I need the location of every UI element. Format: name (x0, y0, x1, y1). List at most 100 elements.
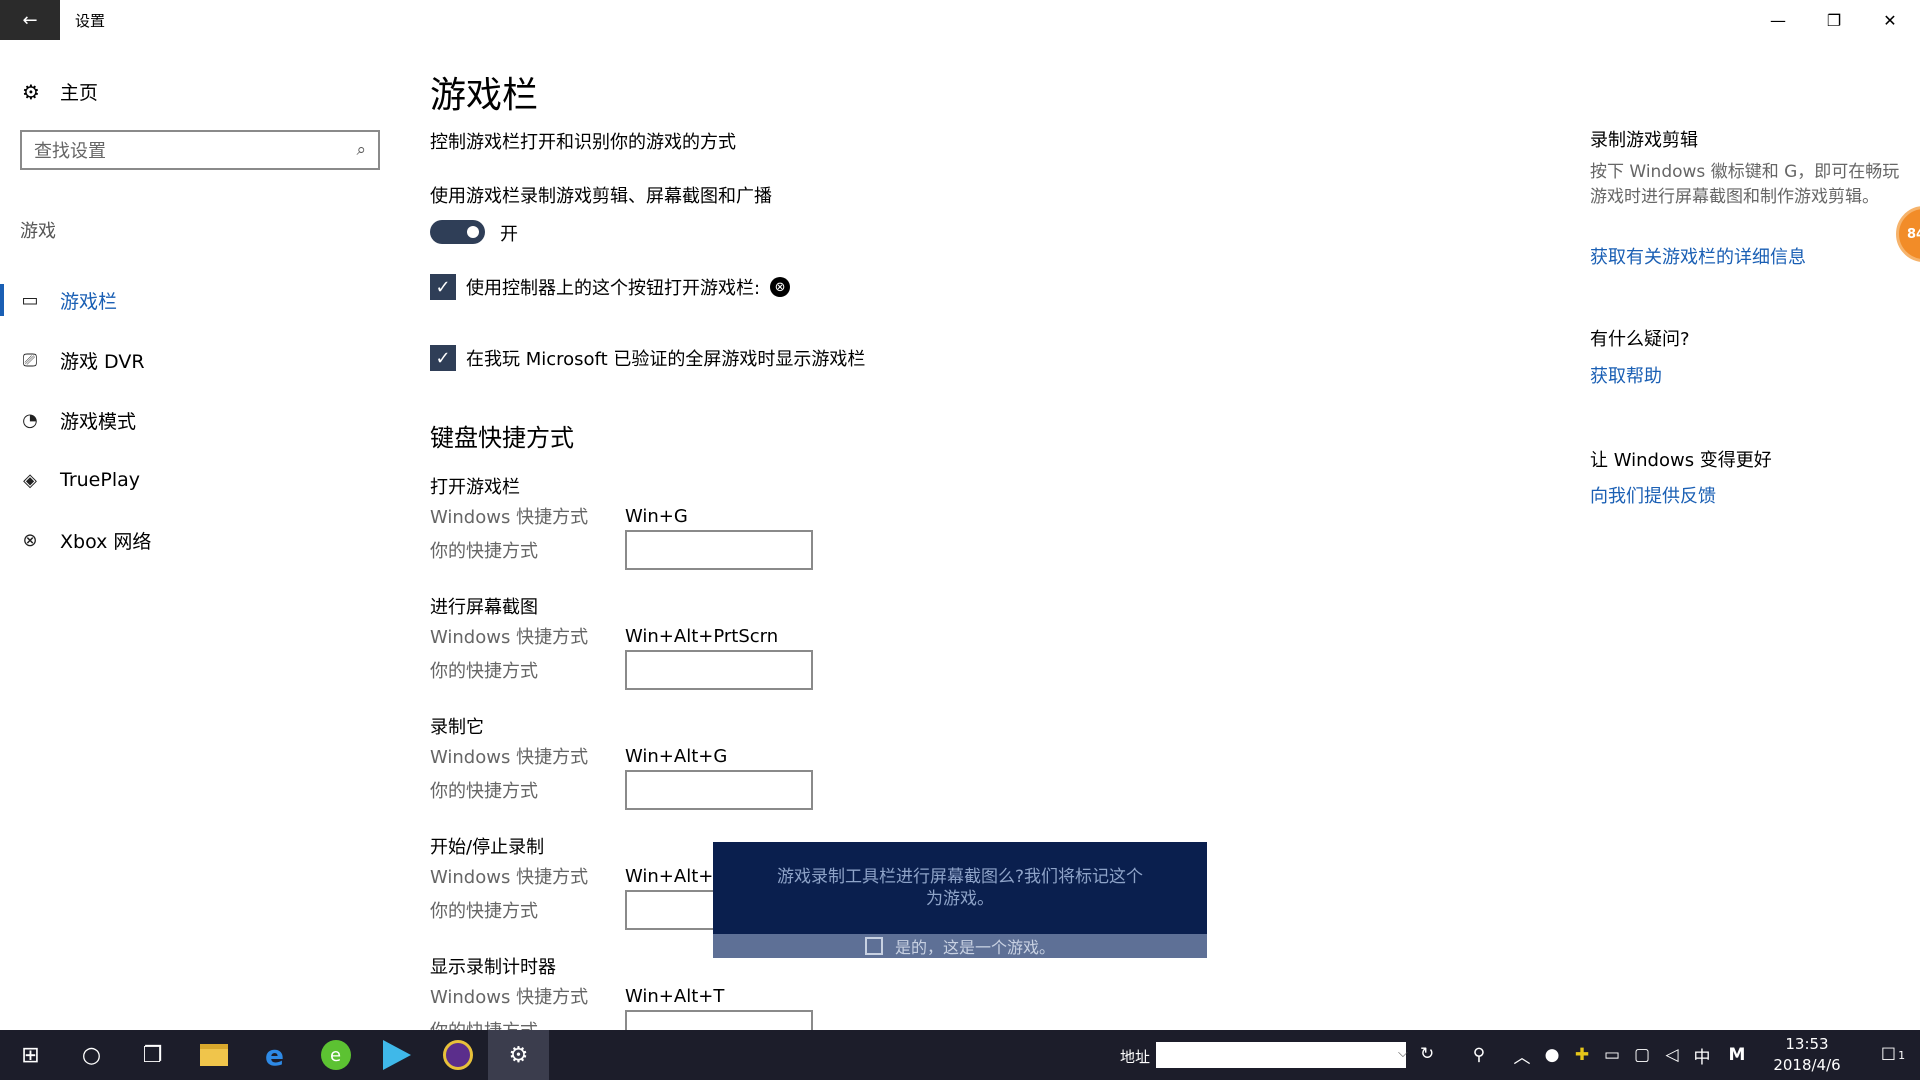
game-bar-toggle[interactable] (430, 220, 485, 244)
checkbox-checked-icon[interactable]: ✓ (430, 274, 456, 300)
feedback-link[interactable]: 向我们提供反馈 (1590, 482, 1716, 508)
title-bar: ← 设置 — ❐ ✕ (0, 0, 1920, 40)
play-icon (382, 1040, 411, 1070)
home-link[interactable]: ⚙ 主页 (20, 78, 98, 105)
toggle-state: 开 (500, 224, 518, 245)
xbox-icon: ⊗ (22, 529, 38, 551)
windows-shortcut-label: Windows 快捷方式 (430, 747, 589, 768)
windows-shortcut-label: Windows 快捷方式 (430, 627, 589, 648)
app-circle-icon (442, 1040, 473, 1070)
taskbar-app-settings[interactable]: ⚙ (488, 1030, 549, 1080)
qq-icon[interactable]: ● (1538, 1030, 1566, 1080)
address-label: 地址 (1120, 1048, 1151, 1066)
restore-icon: ❐ (1826, 10, 1842, 30)
notification-icon: ☐ (1880, 1045, 1897, 1065)
sidebar-item-game-bar[interactable]: ▭ 游戏栏 (0, 280, 390, 320)
windows-logo-icon: ⊞ (21, 1042, 40, 1068)
start-button[interactable]: ⊞ (0, 1030, 61, 1080)
sidebar-item-label: TruePlay (60, 469, 140, 491)
your-shortcut-label: 你的快捷方式 (430, 781, 538, 802)
fullscreen-game-option[interactable]: ✓ 在我玩 Microsoft 已验证的全屏游戏时显示游戏栏 (430, 345, 865, 371)
shortcuts-heading: 键盘快捷方式 (430, 424, 574, 452)
record-text: 按下 Windows 徽标键和 G，即可在畅玩游戏时进行屏幕截图和制作游戏剪辑。 (1590, 162, 1900, 207)
gear-icon: ⚙ (22, 79, 40, 104)
shortcut-group-record-that: 录制它 Windows 快捷方式 Win+Alt+G 你的快捷方式 (430, 713, 930, 810)
sidebar-item-game-mode[interactable]: ◔ 游戏模式 (0, 400, 390, 440)
windows-shortcut-value: Win+G (625, 505, 688, 527)
controller-button-option[interactable]: ✓ 使用控制器上的这个按钮打开游戏栏: ⊗ (430, 274, 791, 300)
game-mode-icon: ◔ (22, 409, 38, 431)
question-heading: 有什么疑问? (1590, 329, 1690, 350)
window-title: 设置 (75, 12, 106, 30)
your-shortcut-input[interactable] (625, 530, 813, 570)
popup-checkbox-label: 是的，这是一个游戏。 (894, 938, 1055, 957)
search-box[interactable]: 查找设置 ⌕ (20, 130, 380, 170)
your-shortcut-label: 你的快捷方式 (430, 541, 538, 562)
network-icon[interactable]: ▢ (1628, 1030, 1656, 1080)
taskbar-app-player[interactable] (366, 1030, 427, 1080)
volume-icon[interactable]: ◁ (1658, 1030, 1686, 1080)
your-shortcut-input[interactable] (625, 650, 813, 690)
address-input[interactable] (1156, 1042, 1406, 1068)
search-icon[interactable]: ⌕ (356, 140, 366, 160)
clock-time: 13:53 (1785, 1035, 1829, 1053)
your-shortcut-label: 你的快捷方式 (430, 661, 538, 682)
sidebar-item-xbox-network[interactable]: ⊗ Xbox 网络 (0, 520, 390, 560)
settings-gear-icon: ⚙ (508, 1042, 529, 1068)
taskbar-app-browser[interactable]: e (305, 1030, 366, 1080)
close-button[interactable]: ✕ (1862, 0, 1918, 40)
green-plus-icon[interactable]: ✚ (1568, 1030, 1596, 1080)
page-title: 游戏栏 (430, 75, 539, 116)
checkbox-checked-icon[interactable]: ✓ (430, 345, 456, 371)
windows-shortcut-label: Windows 快捷方式 (430, 987, 589, 1008)
windows-shortcut-value: Win+Alt+PrtScrn (625, 625, 779, 647)
task-view-button[interactable]: ❐ (122, 1030, 183, 1080)
search-input[interactable]: 查找设置 (34, 137, 356, 163)
back-button[interactable]: ← (0, 0, 60, 40)
popup-message: 游戏录制工具栏进行屏幕截图么?我们将标记这个为游戏。 (776, 867, 1144, 909)
cortana-button[interactable]: ○ (61, 1030, 122, 1080)
sidebar-item-trueplay[interactable]: ◈ TruePlay (0, 460, 390, 500)
your-shortcut-label: 你的快捷方式 (430, 901, 538, 922)
game-detection-popup: 游戏录制工具栏进行屏幕截图么?我们将标记这个为游戏。 是的，这是一个游戏。 (713, 842, 1207, 958)
battery-icon[interactable]: ▭ (1598, 1030, 1626, 1080)
shortcut-title: 录制它 (430, 717, 484, 738)
people-icon[interactable]: ⚲ (1462, 1030, 1496, 1080)
game-dvr-icon: ⎚ (22, 349, 38, 371)
restore-button[interactable]: ❐ (1806, 0, 1862, 40)
record-heading: 录制游戏剪辑 (1590, 130, 1698, 151)
ime-indicator[interactable]: 中 (1688, 1030, 1716, 1080)
toggle-label: 使用游戏栏录制游戏剪辑、屏幕截图和广播 (430, 186, 772, 207)
minimize-icon: — (1770, 10, 1786, 30)
taskbar-app-purple[interactable] (427, 1030, 488, 1080)
green-browser-icon: e (320, 1040, 351, 1070)
trueplay-icon: ◈ (23, 469, 37, 491)
taskbar-app-edge[interactable]: e (244, 1030, 305, 1080)
minimize-button[interactable]: — (1750, 0, 1806, 40)
shortcut-group-recording-timer: 显示录制计时器 Windows 快捷方式Win+Alt+T 你的快捷方式 (430, 953, 930, 1030)
taskbar-app-file-explorer[interactable] (183, 1030, 244, 1080)
sidebar-item-label: 游戏 DVR (60, 350, 145, 373)
ime-mode-indicator[interactable]: M (1722, 1030, 1752, 1080)
get-help-link[interactable]: 获取帮助 (1590, 362, 1662, 388)
your-shortcut-input[interactable] (625, 1010, 813, 1030)
your-shortcut-label: 你的快捷方式 (430, 1017, 625, 1030)
popup-confirm-row[interactable]: 是的，这是一个游戏。 (713, 934, 1207, 958)
refresh-icon[interactable]: ↻ (1420, 1044, 1434, 1064)
sidebar-item-game-dvr[interactable]: ⎚ 游戏 DVR (0, 340, 390, 380)
chevron-down-icon[interactable]: ⌵ (1398, 1046, 1408, 1061)
shortcut-title: 进行屏幕截图 (430, 597, 538, 618)
windows-shortcut-value: Win+Alt+R (625, 865, 726, 887)
action-center-button[interactable]: ☐ 1 (1868, 1030, 1918, 1080)
game-bar-info-link[interactable]: 获取有关游戏栏的详细信息 (1590, 243, 1806, 269)
windows-shortcut-value: Win+Alt+T (625, 985, 725, 1007)
clock[interactable]: 13:53 2018/4/6 (1762, 1034, 1852, 1076)
floating-badge[interactable]: 84 (1896, 206, 1920, 262)
shortcut-group-screenshot: 进行屏幕截图 Windows 快捷方式 Win+Alt+PrtScrn 你的快捷方… (430, 593, 930, 690)
shortcut-group-open-game-bar: 打开游戏栏 Windows 快捷方式 Win+G 你的快捷方式 (430, 473, 930, 570)
your-shortcut-input[interactable] (625, 770, 813, 810)
chevron-up-icon[interactable]: ︿ (1508, 1030, 1536, 1080)
popup-checkbox[interactable] (864, 937, 883, 955)
notification-count: 1 (1898, 1048, 1906, 1062)
shortcut-title: 打开游戏栏 (430, 477, 520, 498)
